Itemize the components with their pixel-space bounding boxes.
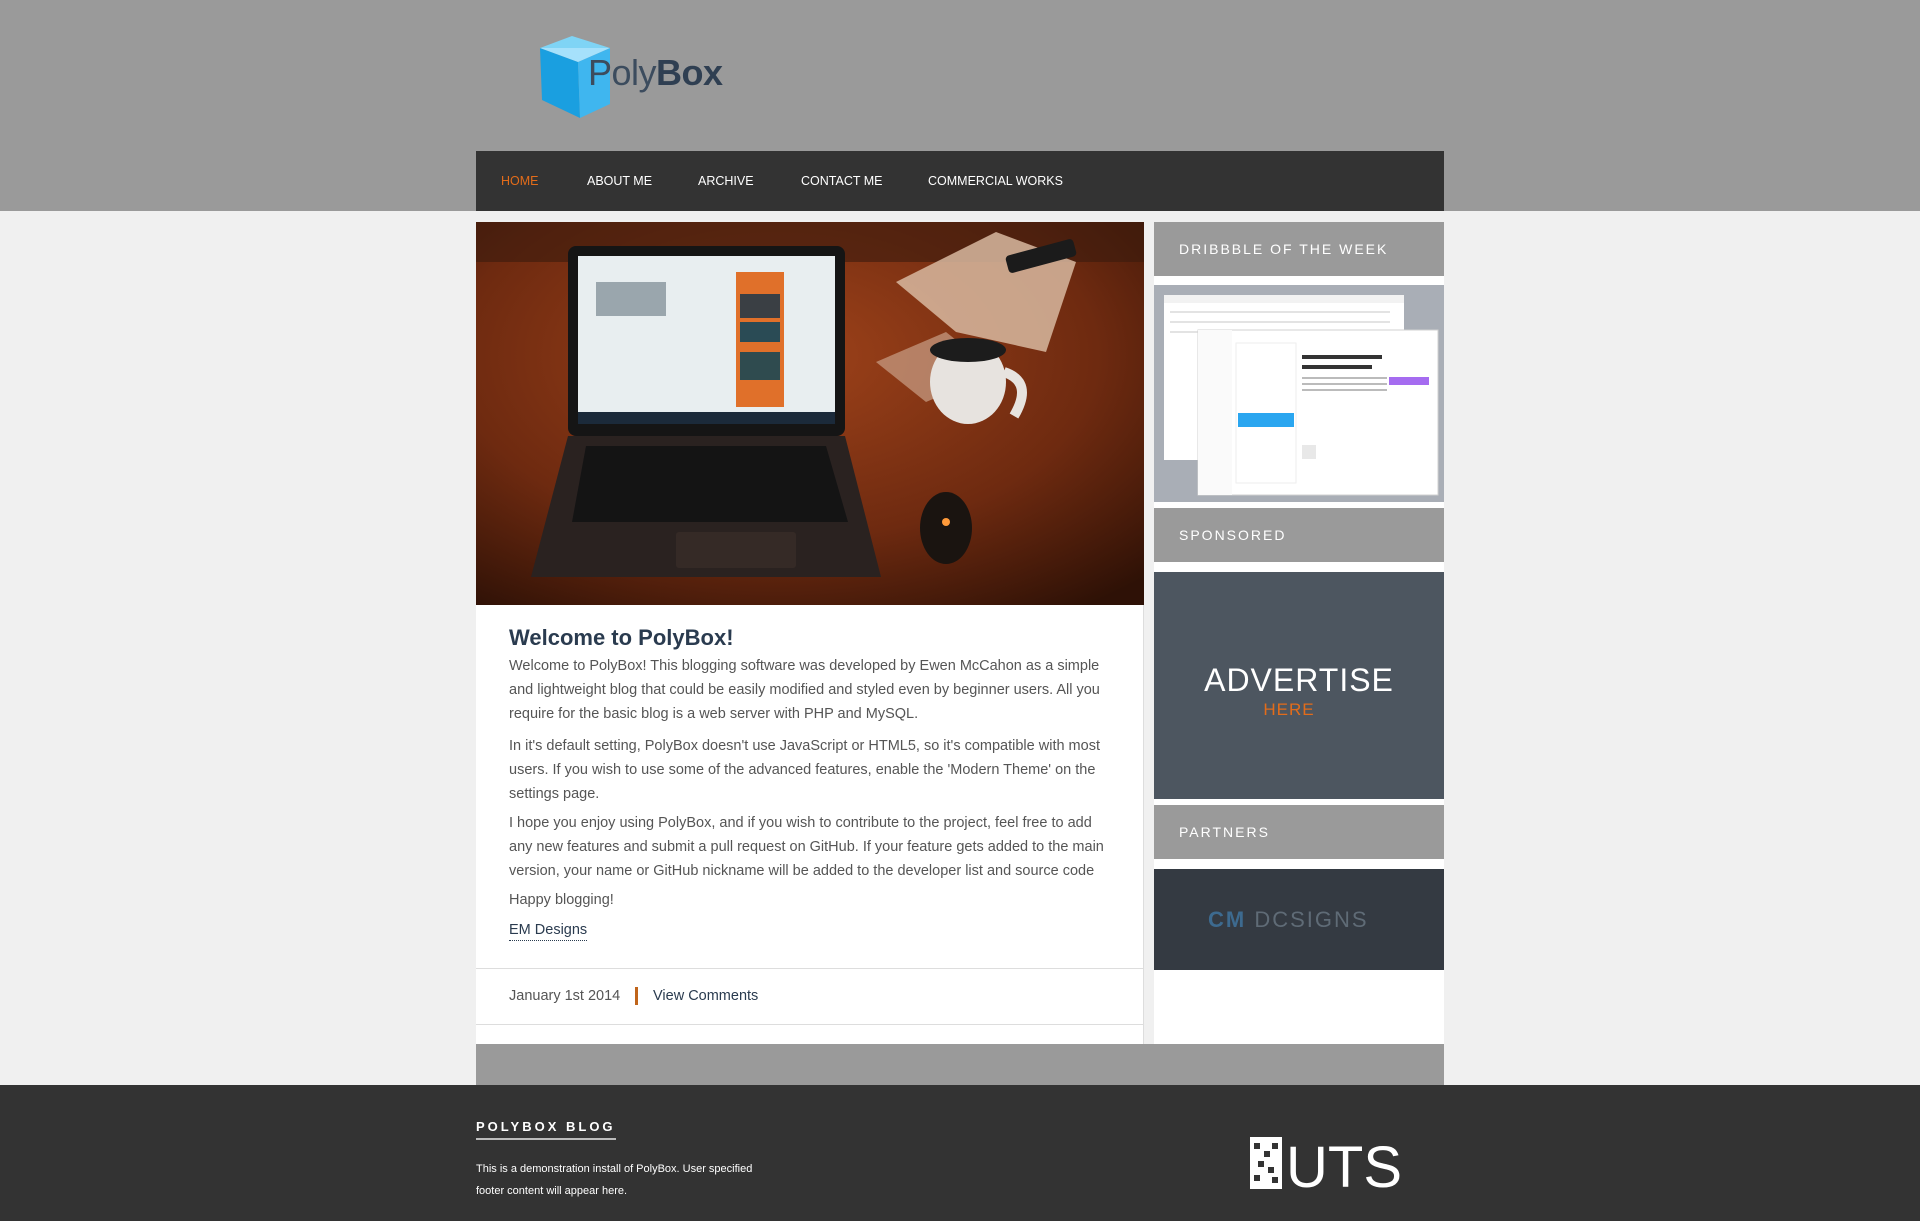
logo-text-light: Poly bbox=[588, 52, 657, 93]
view-comments-link[interactable]: View Comments bbox=[653, 988, 758, 1004]
sidebar-heading-sponsored: SPONSORED bbox=[1154, 508, 1444, 562]
post-hero-image bbox=[476, 222, 1144, 605]
nav-item-home[interactable]: HOME bbox=[501, 174, 539, 188]
nav-item-about-me[interactable]: ABOUT ME bbox=[587, 174, 652, 188]
dribbble-shot-image[interactable] bbox=[1154, 285, 1444, 502]
logo-text-bold: Box bbox=[656, 52, 723, 93]
partner-logo-text: CM DCSIGNS bbox=[1208, 907, 1369, 933]
footer-title: POLYBOX BLOG bbox=[476, 1119, 616, 1140]
advertise-text: ADVERTISE bbox=[1204, 662, 1394, 698]
footer: POLYBOX BLOG This is a demonstration ins… bbox=[0, 1085, 1920, 1221]
post-meta-bar: January 1st 2014 View Comments bbox=[476, 968, 1144, 1025]
footer-text: This is a demonstration install of PolyB… bbox=[476, 1163, 753, 1197]
main-navigation: HOME ABOUT ME ARCHIVE CONTACT ME COMMERC… bbox=[476, 151, 1444, 211]
post-paragraph: I hope you enjoy using PolyBox, and if y… bbox=[509, 815, 1104, 879]
post-paragraph: In it's default setting, PolyBox doesn't… bbox=[509, 738, 1100, 802]
sidebar-heading-partners: PARTNERS bbox=[1154, 805, 1444, 859]
nav-item-contact-me[interactable]: CONTACT ME bbox=[801, 174, 882, 188]
advertise-banner[interactable]: ADVERTISE HERE bbox=[1154, 572, 1444, 799]
sidebar-heading-dribbble: DRIBBBLE OF THE WEEK bbox=[1154, 222, 1444, 276]
nav-item-commercial-works[interactable]: COMMERCIAL WORKS bbox=[928, 174, 1063, 188]
post-title[interactable]: Welcome to PolyBox! bbox=[509, 625, 734, 651]
post-date: January 1st 2014 bbox=[509, 988, 621, 1004]
partner-name-b: DCSIGNS bbox=[1254, 907, 1369, 932]
content-bottom-strip bbox=[476, 1044, 1444, 1085]
uts-logo-icon[interactable]: UTS bbox=[1250, 1133, 1410, 1193]
advertise-here-text: HERE bbox=[1263, 700, 1315, 719]
nav-item-archive[interactable]: ARCHIVE bbox=[698, 174, 754, 188]
post-paragraph: Welcome to PolyBox! This blogging softwa… bbox=[509, 658, 1100, 722]
partner-banner[interactable]: CM DCSIGNS bbox=[1154, 869, 1444, 970]
post-paragraph: Happy blogging! bbox=[509, 892, 614, 908]
em-designs-link[interactable]: EM Designs bbox=[509, 920, 588, 941]
post-card: Welcome to PolyBox! Welcome to PolyBox! … bbox=[476, 222, 1144, 1044]
meta-separator bbox=[635, 987, 638, 1005]
logo-wordmark[interactable]: PolyBox bbox=[588, 52, 723, 94]
partner-name-a: CM bbox=[1208, 907, 1247, 932]
uts-logo-text: UTS bbox=[1286, 1135, 1402, 1193]
